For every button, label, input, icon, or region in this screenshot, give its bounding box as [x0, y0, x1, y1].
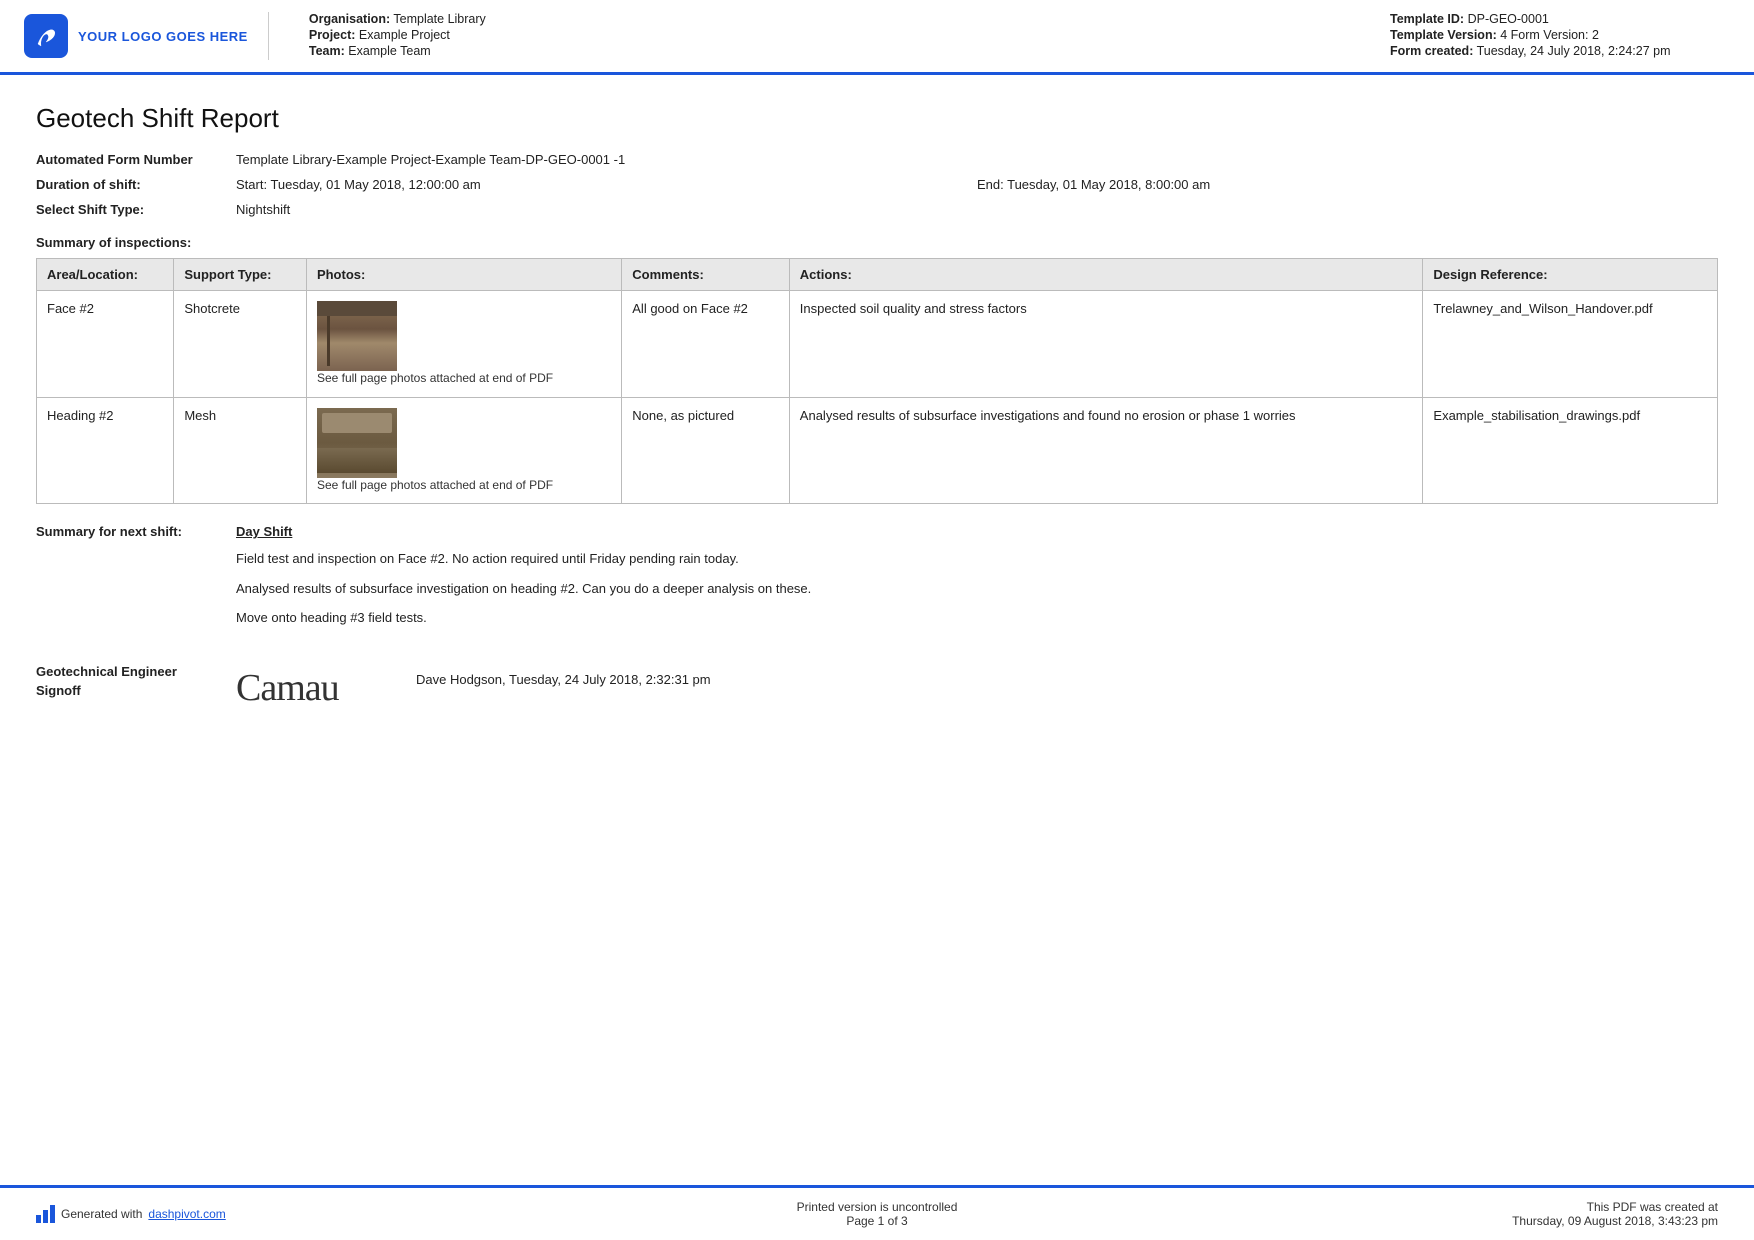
form-version-label: Form Version:: [1511, 28, 1589, 42]
organisation-row: Organisation: Template Library: [309, 12, 1370, 26]
summary-label: Summary for next shift:: [36, 524, 236, 539]
summary-row: Summary for next shift: Day Shift Field …: [36, 524, 1718, 638]
signoff-signature: Camau: [236, 662, 396, 714]
automated-form-label: Automated Form Number: [36, 152, 236, 167]
dashpivot-icon: [36, 1205, 55, 1223]
footer-center: Printed version is uncontrolled Page 1 o…: [597, 1200, 1158, 1228]
logo-icon: [24, 14, 68, 58]
form-version-value: 2: [1592, 28, 1599, 42]
form-created-row: Form created: Tuesday, 24 July 2018, 2:2…: [1390, 44, 1730, 58]
table-header-row: Area/Location: Support Type: Photos: Com…: [37, 259, 1718, 291]
duration-values: Start: Tuesday, 01 May 2018, 12:00:00 am…: [236, 177, 1718, 192]
template-version-row: Template Version: 4 Form Version: 2: [1390, 28, 1730, 42]
template-version-label: Template Version:: [1390, 28, 1497, 42]
summary-paragraph: Analysed results of subsurface investiga…: [236, 579, 1718, 599]
footer-left: Generated with dashpivot.com: [36, 1205, 597, 1223]
bar1: [36, 1215, 41, 1223]
footer: Generated with dashpivot.com Printed ver…: [0, 1185, 1754, 1240]
cell-actions: Inspected soil quality and stress factor…: [789, 291, 1423, 398]
signoff-label: Geotechnical Engineer Signoff: [36, 662, 236, 701]
summary-content: Day Shift Field test and inspection on F…: [236, 524, 1718, 638]
form-created-value: Tuesday, 24 July 2018, 2:24:27 pm: [1477, 44, 1671, 58]
cell-photos: See full page photos attached at end of …: [306, 291, 621, 398]
header-meta: Organisation: Template Library Project: …: [289, 12, 1370, 60]
summary-inspections-label: Summary of inspections:: [36, 235, 1718, 250]
signoff-label-line1: Geotechnical Engineer: [36, 664, 177, 679]
cell-actions: Analysed results of subsurface investiga…: [789, 397, 1423, 504]
automated-form-value: Template Library-Example Project-Example…: [236, 152, 1718, 167]
signoff-label-line2: Signoff: [36, 683, 81, 698]
generated-text: Generated with: [61, 1207, 142, 1221]
team-value: Example Team: [348, 44, 430, 58]
signature-image: Camau: [236, 662, 396, 714]
team-row: Team: Example Team: [309, 44, 1370, 58]
summary-paragraph: Move onto heading #3 field tests.: [236, 608, 1718, 628]
uncontrolled-text: Printed version is uncontrolled: [597, 1200, 1158, 1214]
col-area: Area/Location:: [37, 259, 174, 291]
col-comments: Comments:: [622, 259, 790, 291]
photo-caption: See full page photos attached at end of …: [317, 371, 611, 387]
table-row: Face #2 Shotcrete See full page photos a…: [37, 291, 1718, 398]
header: YOUR LOGO GOES HERE Organisation: Templa…: [0, 0, 1754, 75]
photo-thumbnail: [317, 408, 397, 478]
footer-right-text: This PDF was created at: [1157, 1200, 1718, 1214]
next-shift-title: Day Shift: [236, 524, 1718, 539]
summary-paragraph: Field test and inspection on Face #2. No…: [236, 549, 1718, 569]
signoff-row: Geotechnical Engineer Signoff Camau Dave…: [36, 662, 1718, 714]
template-id-row: Template ID: DP-GEO-0001: [1390, 12, 1730, 26]
project-value: Example Project: [359, 28, 450, 42]
automated-form-row: Automated Form Number Template Library-E…: [36, 152, 1718, 167]
report-title: Geotech Shift Report: [36, 103, 1718, 134]
template-version-value: 4: [1500, 28, 1507, 42]
col-support: Support Type:: [174, 259, 307, 291]
cell-design-ref: Trelawney_and_Wilson_Handover.pdf: [1423, 291, 1718, 398]
organisation-value: Template Library: [393, 12, 485, 26]
cell-design-ref: Example_stabilisation_drawings.pdf: [1423, 397, 1718, 504]
team-label: Team:: [309, 44, 345, 58]
logo-section: YOUR LOGO GOES HERE: [24, 12, 269, 60]
duration-row: Duration of shift: Start: Tuesday, 01 Ma…: [36, 177, 1718, 192]
table-row: Heading #2 Mesh See full page photos att…: [37, 397, 1718, 504]
logo-text: YOUR LOGO GOES HERE: [78, 29, 248, 44]
footer-right-date: Thursday, 09 August 2018, 3:43:23 pm: [1157, 1214, 1718, 1228]
bar2: [43, 1210, 48, 1223]
project-label: Project:: [309, 28, 356, 42]
photo-thumbnail: [317, 301, 397, 371]
summary-paragraphs: Field test and inspection on Face #2. No…: [236, 549, 1718, 628]
shift-type-value: Nightshift: [236, 202, 1718, 217]
project-row: Project: Example Project: [309, 28, 1370, 42]
shift-type-label: Select Shift Type:: [36, 202, 236, 217]
col-actions: Actions:: [789, 259, 1423, 291]
photo-caption: See full page photos attached at end of …: [317, 478, 611, 494]
col-design-ref: Design Reference:: [1423, 259, 1718, 291]
signoff-info: Dave Hodgson, Tuesday, 24 July 2018, 2:3…: [396, 662, 711, 687]
cell-support: Shotcrete: [174, 291, 307, 398]
inspections-table: Area/Location: Support Type: Photos: Com…: [36, 258, 1718, 504]
cell-comments: None, as pictured: [622, 397, 790, 504]
bar3: [50, 1205, 55, 1223]
form-created-label: Form created:: [1390, 44, 1473, 58]
cell-area: Face #2: [37, 291, 174, 398]
dashpivot-link[interactable]: dashpivot.com: [148, 1207, 225, 1221]
cell-comments: All good on Face #2: [622, 291, 790, 398]
page-text: Page 1 of 3: [597, 1214, 1158, 1228]
cell-photos: See full page photos attached at end of …: [306, 397, 621, 504]
cell-support: Mesh: [174, 397, 307, 504]
duration-start: Start: Tuesday, 01 May 2018, 12:00:00 am: [236, 177, 977, 192]
shift-type-row: Select Shift Type: Nightshift: [36, 202, 1718, 217]
duration-label: Duration of shift:: [36, 177, 236, 192]
header-right: Template ID: DP-GEO-0001 Template Versio…: [1390, 12, 1730, 60]
footer-right: This PDF was created at Thursday, 09 Aug…: [1157, 1200, 1718, 1228]
template-id-label: Template ID:: [1390, 12, 1464, 26]
main-content: Geotech Shift Report Automated Form Numb…: [0, 75, 1754, 742]
cell-area: Heading #2: [37, 397, 174, 504]
organisation-label: Organisation:: [309, 12, 390, 26]
duration-end: End: Tuesday, 01 May 2018, 8:00:00 am: [977, 177, 1718, 192]
template-id-value: DP-GEO-0001: [1468, 12, 1549, 26]
col-photos: Photos:: [306, 259, 621, 291]
